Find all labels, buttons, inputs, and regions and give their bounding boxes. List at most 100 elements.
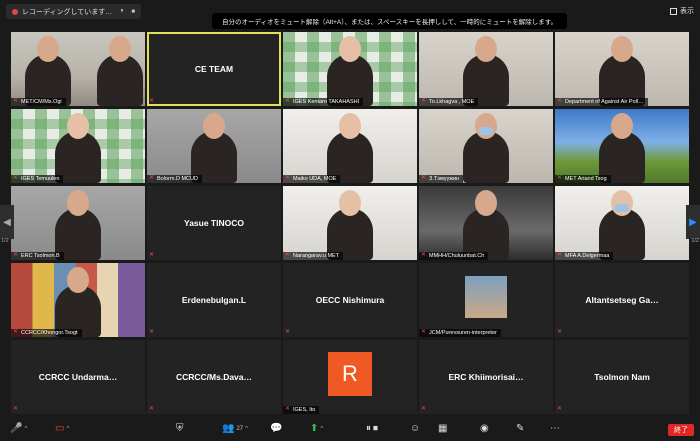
participant-tile[interactable]: ✕ MMHH/Chuluunbat.Ch bbox=[419, 186, 553, 260]
chat-button[interactable]: 💬 bbox=[270, 423, 282, 434]
participant-display-name: Tsolmon Nam bbox=[594, 372, 650, 382]
participants-button[interactable]: 👥 27 ^ bbox=[222, 423, 248, 434]
participant-name-label: MMHH/Chuluunbat.Ch bbox=[419, 252, 489, 260]
whiteboard-icon: ✎ bbox=[516, 423, 525, 434]
recording-label: レコーディングしています… bbox=[22, 8, 113, 16]
video-off-icon: ▭ bbox=[55, 423, 65, 434]
participant-video bbox=[11, 263, 145, 337]
emoji-icon: ☺ bbox=[410, 423, 421, 434]
previous-page-arrow[interactable]: ◀ bbox=[0, 205, 14, 239]
participant-display-name: CCRCC Undarma… bbox=[38, 372, 118, 382]
mic-muted-icon: ✕ bbox=[149, 406, 155, 412]
mic-muted-icon: ✕ bbox=[421, 329, 427, 335]
avatar: R bbox=[328, 352, 372, 396]
participant-name-label: Department of Against Air Poll… bbox=[555, 98, 648, 106]
participant-tile[interactable]: Yasue TINOCO ✕ bbox=[147, 186, 281, 260]
participant-video bbox=[283, 32, 417, 106]
view-button[interactable]: 表示 bbox=[670, 6, 694, 16]
participant-tile[interactable]: ✕ MET/CM/Ms.Ogi bbox=[11, 32, 145, 106]
security-button[interactable]: ⛨ bbox=[176, 423, 184, 434]
mic-muted-icon: ✕ bbox=[285, 98, 291, 104]
participant-tile[interactable]: ✕ Narangarav.u MET bbox=[283, 186, 417, 260]
next-page-arrow[interactable]: ▶ bbox=[686, 205, 700, 239]
participant-tile[interactable]: ERC Khiimorisai… ✕ bbox=[419, 340, 553, 414]
participant-name-label: IGES Kentaro TAKAHASHI bbox=[283, 98, 364, 106]
participant-video bbox=[11, 186, 145, 260]
chat-icon: 💬 bbox=[270, 423, 283, 434]
participant-name-label: CCRCC/Khongor.Tsogt bbox=[11, 329, 82, 337]
participant-video bbox=[419, 32, 553, 106]
page-indicator-right: 1/2 bbox=[691, 238, 699, 244]
participant-video bbox=[555, 186, 689, 260]
grid-view-icon bbox=[670, 7, 677, 15]
recording-indicator[interactable]: レコーディングしています… ⏸ ■ bbox=[6, 4, 141, 19]
globe-icon: ◉ bbox=[480, 423, 489, 434]
reactions-button[interactable]: ☺ bbox=[410, 423, 420, 434]
participant-tile[interactable]: CE TEAM ✕ bbox=[147, 32, 281, 106]
participant-display-name: Altantsetseg Ga… bbox=[585, 295, 659, 305]
recording-dot-icon bbox=[12, 8, 18, 15]
participant-tile[interactable]: ✕ MET Ariand Tsog bbox=[555, 109, 689, 183]
participant-tile[interactable]: ✕ JCM/Purevsuren-interpreter bbox=[419, 263, 553, 337]
apps-button[interactable]: ▦ bbox=[438, 423, 447, 434]
participant-tile[interactable]: ✕ To.Lkhagva , MOE bbox=[419, 32, 553, 106]
participant-name-label: MET Ariand Tsog bbox=[555, 175, 611, 183]
participant-tile[interactable]: Altantsetseg Ga… ✕ bbox=[555, 263, 689, 337]
participant-video bbox=[147, 109, 281, 183]
mic-muted-icon: ✕ bbox=[421, 406, 427, 412]
participant-tile[interactable]: ✕ CCRCC/Khongor.Tsogt bbox=[11, 263, 145, 337]
participant-display-name: ERC Khiimorisai… bbox=[448, 372, 524, 382]
participant-video bbox=[555, 32, 689, 106]
participant-name-label: JCM/Purevsuren-interpreter bbox=[419, 329, 501, 337]
chevron-up-icon[interactable]: ^ bbox=[320, 426, 323, 432]
unmute-button[interactable]: 🎤 ^ bbox=[10, 423, 27, 434]
more-button[interactable]: ⋯ bbox=[550, 423, 560, 434]
start-video-button[interactable]: ▭ ^ bbox=[55, 423, 69, 434]
participant-tile[interactable]: ✕ Bolorm.D MCUD bbox=[147, 109, 281, 183]
participant-video bbox=[11, 32, 145, 106]
mic-muted-icon: ✕ bbox=[285, 329, 291, 335]
participant-tile[interactable]: CCRCC Undarma… ✕ bbox=[11, 340, 145, 414]
mic-muted-icon: ✕ bbox=[557, 175, 563, 181]
more-icon: ⋯ bbox=[550, 423, 560, 434]
participant-tile[interactable]: ✕ Department of Against Air Poll… bbox=[555, 32, 689, 106]
participant-tile[interactable]: ✕ З.Тэмүүжин bbox=[419, 109, 553, 183]
pause-recording-icon[interactable]: ⏸ bbox=[120, 8, 123, 15]
people-icon: 👥 bbox=[222, 423, 235, 434]
participant-name-label: MFA A.Delgermaa bbox=[555, 252, 614, 260]
participant-video bbox=[283, 186, 417, 260]
participant-tile[interactable]: ✕ IGES Kentaro TAKAHASHI bbox=[283, 32, 417, 106]
interpretation-button[interactable]: ◉ bbox=[480, 423, 489, 434]
whiteboard-button[interactable]: ✎ bbox=[516, 423, 524, 434]
chevron-up-icon[interactable]: ^ bbox=[24, 426, 27, 432]
mic-muted-icon: ✕ bbox=[149, 329, 155, 335]
chevron-up-icon[interactable]: ^ bbox=[245, 426, 248, 432]
participant-tile[interactable]: CCRCC/Ms.Dava… ✕ bbox=[147, 340, 281, 414]
end-meeting-button[interactable]: 終了 bbox=[668, 424, 694, 436]
share-screen-button[interactable]: ⬆ ^ bbox=[310, 423, 323, 434]
stop-recording-icon[interactable]: ■ bbox=[131, 9, 135, 15]
participant-tile[interactable]: ✕ Maiko UDA, MOE bbox=[283, 109, 417, 183]
participant-tile[interactable]: OECC Nishimura ✕ bbox=[283, 263, 417, 337]
participant-video bbox=[283, 109, 417, 183]
participant-tile[interactable]: Tsolmon Nam ✕ bbox=[555, 340, 689, 414]
mic-muted-icon: ✕ bbox=[421, 98, 427, 104]
mic-muted-icon: ✕ bbox=[149, 252, 155, 258]
mic-muted-icon: ✕ bbox=[557, 252, 563, 258]
participant-tile[interactable]: R ✕ IGES, Ito bbox=[283, 340, 417, 414]
mic-muted-icon: ✕ bbox=[13, 98, 19, 104]
participant-tile[interactable]: ✕ MFA A.Delgermaa bbox=[555, 186, 689, 260]
participant-display-name: Erdenebulgan.L bbox=[181, 295, 247, 305]
record-button[interactable]: ⏸ ⏹ bbox=[366, 423, 378, 434]
mic-muted-icon: ✕ bbox=[13, 329, 19, 335]
participant-name-label: Bolorm.D MCUD bbox=[147, 175, 202, 183]
mic-muted-icon: ✕ bbox=[557, 98, 563, 104]
mic-muted-icon: ✕ bbox=[557, 406, 563, 412]
mic-muted-icon: ✕ bbox=[421, 175, 427, 181]
participant-tile[interactable]: Erdenebulgan.L ✕ bbox=[147, 263, 281, 337]
participant-grid: ✕ MET/CM/Ms.Ogi CE TEAM ✕ ✕ IGES Kentaro TAKA… bbox=[11, 32, 689, 414]
participant-tile[interactable]: ✕ ERC Tsolmon.B bbox=[11, 186, 145, 260]
chevron-up-icon[interactable]: ^ bbox=[66, 426, 69, 432]
mic-muted-icon: ✕ bbox=[421, 252, 427, 258]
participant-tile[interactable]: ✕ IGES Temuulen bbox=[11, 109, 145, 183]
